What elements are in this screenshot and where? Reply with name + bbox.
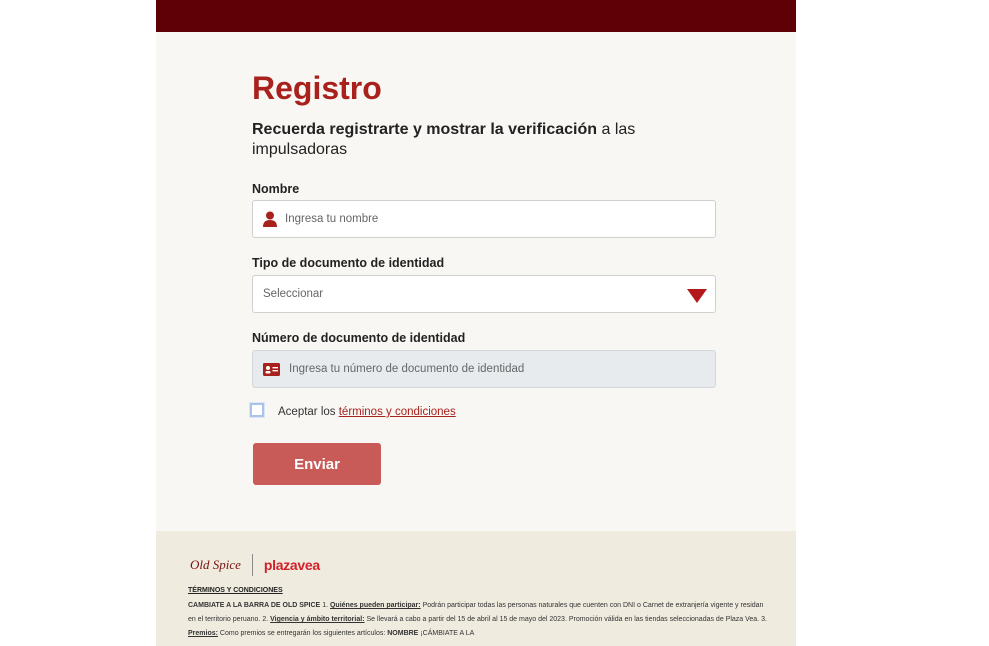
- plaza-vea-logo-a: plaza: [263, 557, 298, 573]
- footer: Old Spice plazavea TÉRMINOS Y CONDICIONE…: [156, 531, 796, 646]
- doc-number-placeholder: Ingresa tu número de documento de identi…: [289, 363, 525, 375]
- terms-t10: ¡CÁMBIATE A LA: [420, 630, 475, 637]
- terms-prefix: Aceptar los: [278, 406, 336, 418]
- terms-t1: CAMBIATE A LA BARRA DE OLD SPICE: [188, 602, 321, 609]
- subtitle: Recuerda registrarte y mostrar la verifi…: [252, 120, 692, 160]
- terms-t9: NOMBRE: [387, 630, 419, 637]
- terms-t8: Como premios se entregarán los siguiente…: [219, 630, 386, 637]
- name-label: Nombre: [252, 182, 300, 196]
- doc-number-input[interactable]: Ingresa tu número de documento de identi…: [252, 350, 716, 388]
- name-placeholder: Ingresa tu nombre: [285, 213, 379, 225]
- doc-type-select[interactable]: Seleccionar: [252, 275, 716, 313]
- subtitle-bold: Recuerda registrarte y mostrar la verifi…: [252, 121, 598, 138]
- id-card-icon: [263, 363, 280, 376]
- doc-type-selected: Seleccionar: [263, 288, 324, 300]
- terms-text: CAMBIATE A LA BARRA DE OLD SPICE 1. Quié…: [188, 599, 768, 641]
- brand-logos: Old Spice plazavea: [190, 553, 320, 577]
- terms-t6: Se llevará a cabo a partir del 15 de abr…: [366, 616, 767, 623]
- terms-t7: Premios:: [188, 630, 218, 637]
- page-title: Registro: [252, 70, 382, 106]
- terms-checkbox-label: Aceptar los términos y condiciones: [278, 406, 456, 418]
- old-spice-logo: Old Spice: [190, 557, 241, 572]
- submit-button[interactable]: Enviar: [253, 443, 381, 485]
- terms-link[interactable]: términos y condiciones: [339, 406, 456, 418]
- registration-card: Registro Recuerda registrarte y mostrar …: [156, 0, 796, 646]
- terms-t2: 1.: [322, 602, 329, 609]
- terms-t3: Quiénes pueden participar:: [329, 602, 421, 609]
- plaza-vea-logo: plazavea: [264, 557, 320, 573]
- logo-divider: [251, 554, 253, 576]
- terms-checkbox[interactable]: [250, 403, 264, 417]
- name-input[interactable]: Ingresa tu nombre: [252, 200, 716, 238]
- terms-t5: Vigencia y ámbito territorial:: [270, 616, 365, 623]
- doc-type-label: Tipo de documento de identidad: [252, 256, 445, 270]
- caret-down-icon: [687, 289, 707, 303]
- terms-heading: TÉRMINOS Y CONDICIONES: [188, 587, 283, 594]
- plaza-vea-logo-b: vea: [297, 557, 320, 573]
- user-icon: [263, 211, 277, 227]
- doc-number-label: Número de documento de identidad: [252, 331, 466, 345]
- top-bar: [156, 0, 796, 32]
